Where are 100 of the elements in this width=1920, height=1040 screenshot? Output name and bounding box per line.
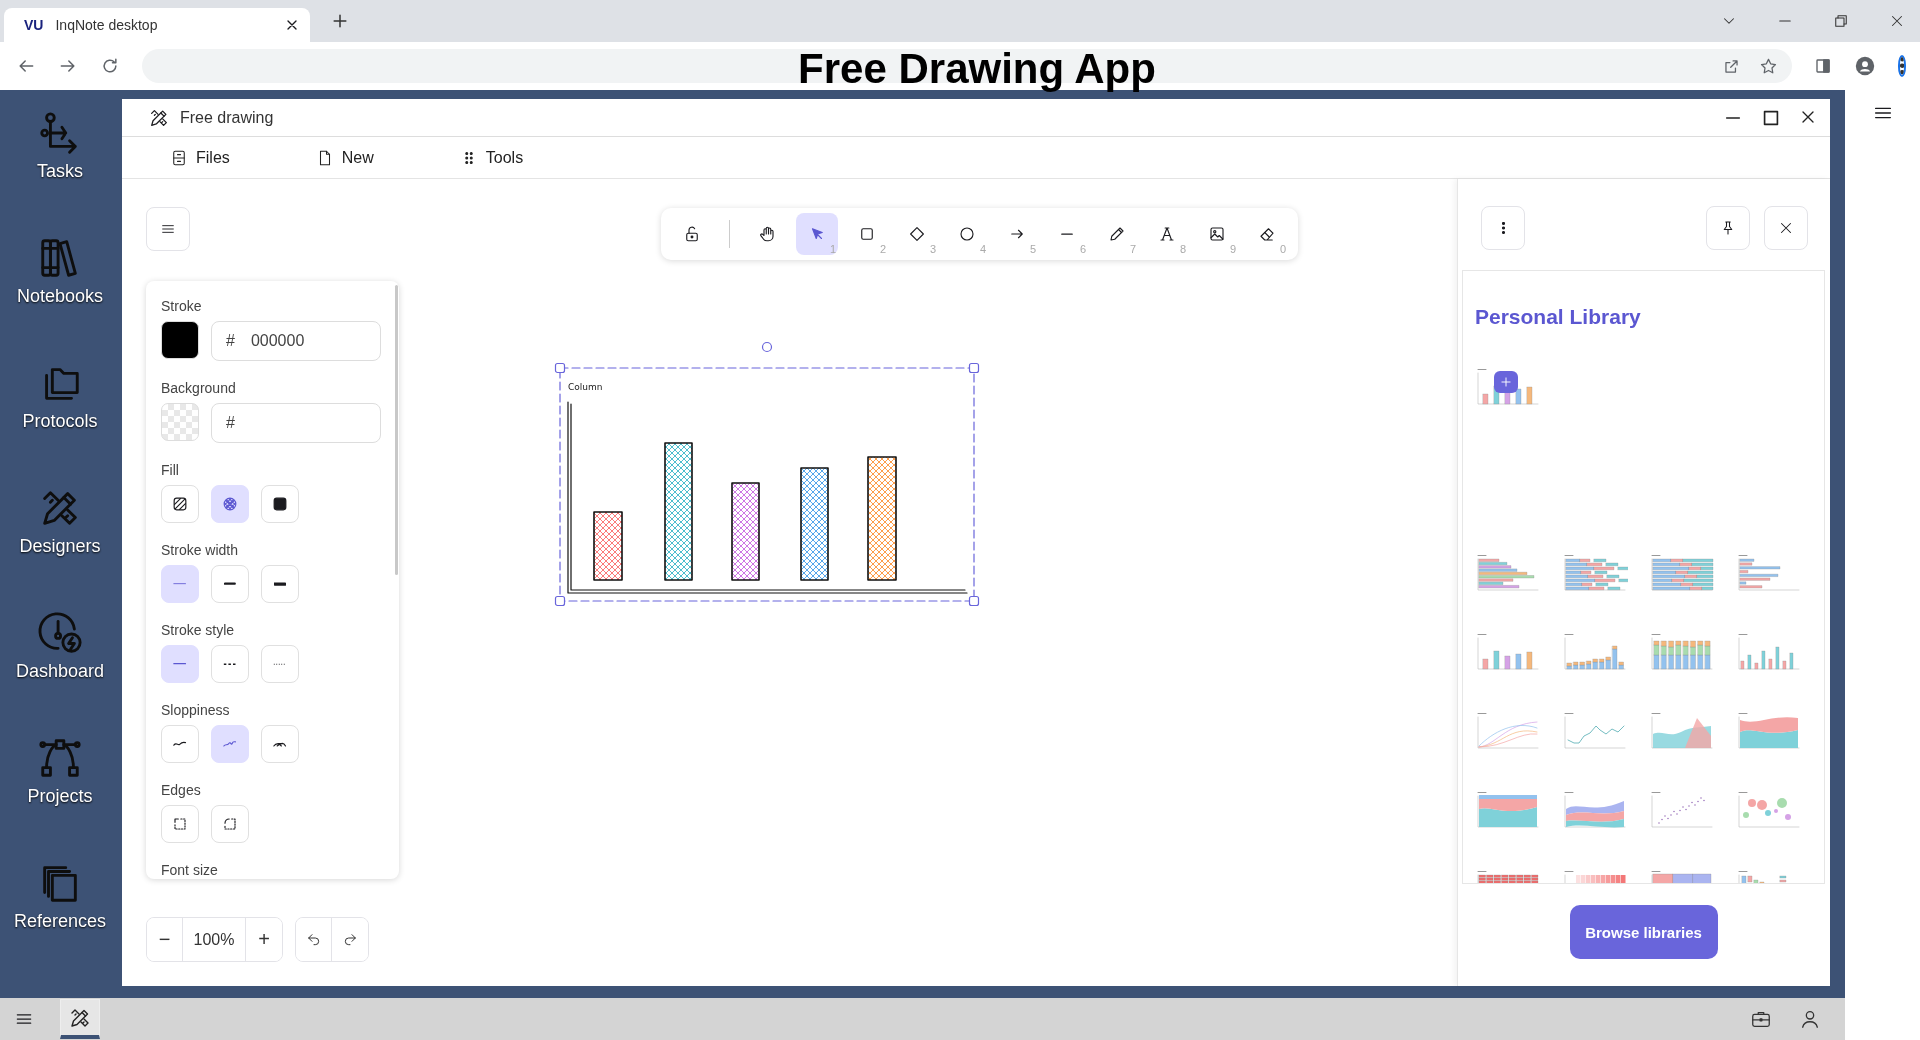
eraser-icon bbox=[1258, 225, 1276, 243]
area-chart-thumbnail[interactable] bbox=[1649, 712, 1715, 750]
bar-chart-thumbnail[interactable] bbox=[1475, 554, 1541, 592]
menu-item[interactable]: Files bbox=[170, 148, 230, 167]
solid-option[interactable] bbox=[261, 485, 299, 523]
percent-column-chart-thumbnail[interactable] bbox=[1649, 633, 1715, 671]
library-title: Personal Library bbox=[1475, 305, 1641, 329]
circle-icon bbox=[958, 225, 976, 243]
page-title: Free Drawing App bbox=[798, 45, 1156, 93]
sidebar-label[interactable]: Dashboard bbox=[15, 660, 105, 682]
chart-title: Column bbox=[568, 382, 603, 392]
sidebar-label[interactable]: References bbox=[13, 910, 107, 932]
hex-color-field[interactable]: # bbox=[211, 403, 381, 443]
zigzag-line-icon bbox=[223, 740, 237, 748]
scrollbar[interactable] bbox=[395, 285, 398, 575]
menu-icon[interactable] bbox=[1897, 55, 1906, 77]
star-icon[interactable] bbox=[1758, 56, 1778, 76]
line-icon bbox=[1061, 232, 1073, 236]
stacked-area-chart-thumbnail[interactable] bbox=[1736, 712, 1802, 750]
user-icon[interactable] bbox=[1799, 1008, 1821, 1030]
zoom-out-button[interactable]: − bbox=[147, 918, 183, 961]
percent-bar-chart-thumbnail[interactable] bbox=[1649, 554, 1715, 592]
image-icon bbox=[1208, 225, 1226, 243]
section-label: Edges bbox=[161, 782, 201, 798]
add-button[interactable] bbox=[1494, 371, 1518, 393]
line-chart-thumbnail[interactable] bbox=[1562, 712, 1628, 750]
gauge-icon[interactable] bbox=[37, 610, 83, 656]
menu-button[interactable] bbox=[146, 207, 190, 251]
pin-button[interactable] bbox=[1706, 206, 1750, 250]
stacked-column-chart-thumbnail[interactable] bbox=[1562, 633, 1628, 671]
hatched-bar[interactable] bbox=[731, 482, 760, 581]
medium-option[interactable] bbox=[211, 565, 249, 603]
resize-handle[interactable] bbox=[968, 595, 980, 607]
pencil-icon bbox=[1108, 225, 1126, 243]
hex-color-field[interactable]: # 000000 bbox=[211, 321, 381, 361]
profile-icon[interactable] bbox=[1853, 55, 1876, 77]
thick-line-icon bbox=[274, 581, 286, 587]
resize-handle[interactable] bbox=[968, 362, 980, 374]
reload-icon[interactable] bbox=[100, 56, 120, 76]
scatter-chart-thumbnail[interactable] bbox=[1649, 791, 1715, 829]
scribble-icon bbox=[273, 740, 287, 748]
window-title: Free drawing bbox=[180, 108, 274, 127]
dashed-line-icon bbox=[223, 662, 237, 666]
sidebar-label[interactable]: Protocols bbox=[22, 410, 98, 432]
menu-item[interactable]: New bbox=[315, 148, 374, 167]
dotted-option[interactable] bbox=[261, 645, 299, 683]
section-label: Stroke style bbox=[161, 622, 235, 638]
dotted-line-icon bbox=[273, 662, 287, 666]
plus-icon bbox=[1499, 375, 1513, 389]
color-swatch[interactable] bbox=[161, 403, 199, 441]
medium-line-icon bbox=[224, 582, 236, 586]
hatch-option[interactable] bbox=[161, 485, 199, 523]
browser-tab[interactable]: VU InqNote desktop bbox=[4, 8, 310, 42]
padlock-icon bbox=[683, 225, 701, 243]
undo-icon bbox=[305, 931, 322, 948]
sidebar-label[interactable]: Designers bbox=[19, 535, 101, 557]
letter-icon bbox=[1158, 225, 1176, 243]
stacked-bar-chart-thumbnail[interactable] bbox=[1562, 554, 1628, 592]
percent-area-chart-thumbnail[interactable] bbox=[1475, 791, 1541, 829]
hand-icon bbox=[758, 225, 776, 243]
side-panel-icon[interactable] bbox=[1813, 57, 1832, 75]
sidebar-label[interactable]: Notebooks bbox=[16, 285, 104, 307]
hatched-bar[interactable] bbox=[593, 511, 623, 581]
hatched-bar[interactable] bbox=[867, 456, 897, 581]
resize-handle[interactable] bbox=[554, 362, 566, 374]
cabinet-icon bbox=[170, 148, 188, 167]
sharp-option[interactable] bbox=[161, 805, 199, 843]
cross-hatch-option[interactable] bbox=[211, 485, 249, 523]
hatched-bar[interactable] bbox=[664, 442, 693, 581]
multi-line-chart-thumbnail[interactable] bbox=[1475, 712, 1541, 750]
solid-line-icon bbox=[173, 662, 187, 666]
streamgraph-chart-thumbnail[interactable] bbox=[1562, 791, 1628, 829]
browse-libraries-button[interactable]: Browse libraries bbox=[1569, 905, 1718, 959]
sidebar-label[interactable]: Projects bbox=[27, 785, 93, 807]
column-chart-thumbnail[interactable] bbox=[1475, 633, 1541, 671]
section-label: Sloppiness bbox=[161, 702, 230, 718]
undo-button[interactable] bbox=[296, 918, 332, 961]
tab-title: InqNote desktop bbox=[55, 17, 159, 33]
sidebar-label[interactable]: Tasks bbox=[37, 160, 83, 182]
bold-option[interactable] bbox=[261, 565, 299, 603]
diamond-icon bbox=[908, 225, 926, 243]
section-label: Stroke bbox=[161, 298, 202, 314]
section-label: Font size bbox=[161, 862, 218, 878]
section-label: Stroke width bbox=[161, 542, 239, 558]
rotate-handle[interactable] bbox=[761, 341, 773, 353]
wavy-line-icon bbox=[173, 741, 187, 747]
bubble-chart-thumbnail[interactable] bbox=[1736, 791, 1802, 829]
grouped-column-chart-thumbnail[interactable] bbox=[1736, 633, 1802, 671]
menu-item[interactable]: Tools bbox=[459, 148, 524, 167]
cartoonist-option[interactable] bbox=[261, 725, 299, 763]
more-icon bbox=[1501, 222, 1505, 234]
restore-icon[interactable] bbox=[1832, 12, 1850, 30]
grouped-bar-chart-thumbnail[interactable] bbox=[1736, 554, 1802, 592]
taskbar-app-button[interactable] bbox=[60, 999, 100, 1039]
redo-icon bbox=[342, 931, 358, 948]
round-option[interactable] bbox=[211, 805, 249, 843]
section-label: Fill bbox=[161, 462, 179, 478]
resize-handle[interactable] bbox=[554, 595, 566, 607]
hatched-bar[interactable] bbox=[800, 467, 829, 581]
color-swatch[interactable] bbox=[161, 321, 199, 359]
